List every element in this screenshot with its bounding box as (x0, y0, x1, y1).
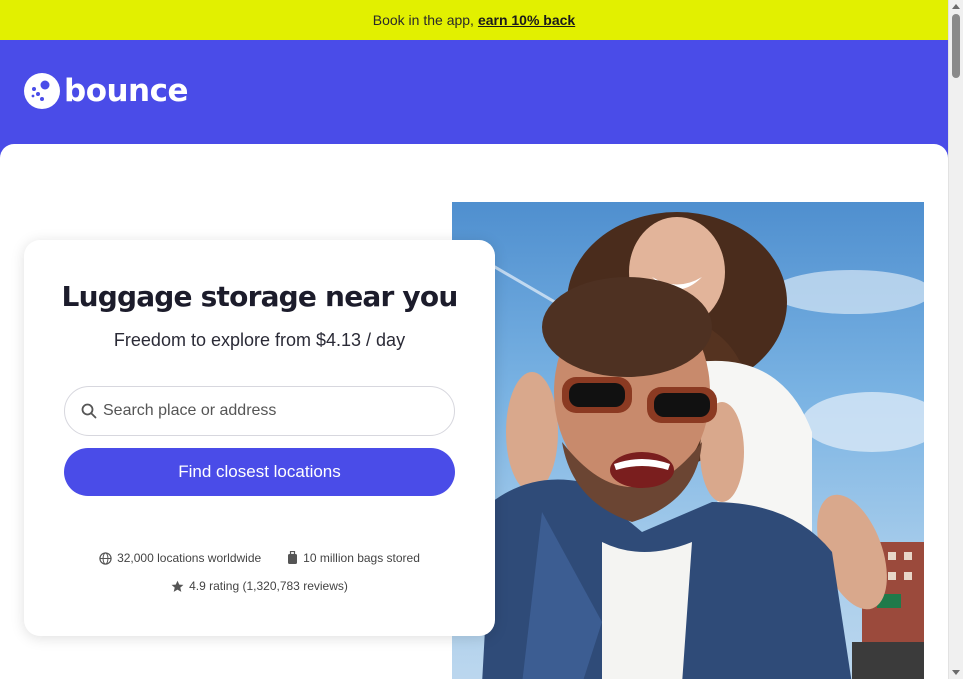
globe-icon (99, 551, 112, 565)
logo-wordmark: bounce (64, 72, 189, 109)
star-icon (171, 580, 184, 592)
bounce-logo[interactable]: bounce (24, 72, 189, 109)
search-field[interactable] (64, 386, 455, 436)
scroll-up-arrow-icon[interactable] (952, 4, 960, 9)
hero-photo (452, 202, 924, 679)
stat-bags: 10 million bags stored (287, 551, 420, 565)
main-content: Luggage storage near you Freedom to expl… (0, 144, 948, 679)
find-locations-button[interactable]: Find closest locations (64, 448, 455, 496)
page-title: Luggage storage near you (61, 280, 459, 313)
price-subtitle: Freedom to explore from $4.13 / day (113, 330, 406, 350)
stat-locations: 32,000 locations worldwide (99, 551, 261, 565)
stats-row: 32,000 locations worldwide 10 million ba… (24, 551, 495, 565)
stat-locations-text: 32,000 locations worldwide (117, 551, 262, 565)
luggage-icon (288, 551, 298, 564)
stat-bags-text: 10 million bags stored (303, 551, 420, 565)
stat-rating-text: 4.9 rating (1,320,783 reviews) (189, 579, 348, 593)
rating-row: 4.9 rating (1,320,783 reviews) (24, 579, 495, 593)
search-icon (81, 403, 97, 419)
promo-earn-link[interactable]: earn 10% back (478, 12, 575, 28)
promo-text: Book in the app, (372, 12, 474, 28)
site-header: bounce (0, 40, 948, 144)
bounce-logo-icon (24, 73, 60, 109)
scrollbar-thumb[interactable] (952, 14, 960, 78)
search-card: Luggage storage near you Freedom to expl… (24, 240, 495, 636)
stat-rating: 4.9 rating (1,320,783 reviews) (171, 579, 348, 593)
scrollbar[interactable] (948, 0, 963, 679)
search-input[interactable] (103, 402, 433, 420)
hero-photo-illustration (452, 212, 924, 679)
scroll-down-arrow-icon[interactable] (952, 670, 960, 675)
promo-banner: Book in the app, earn 10% back (0, 0, 948, 40)
